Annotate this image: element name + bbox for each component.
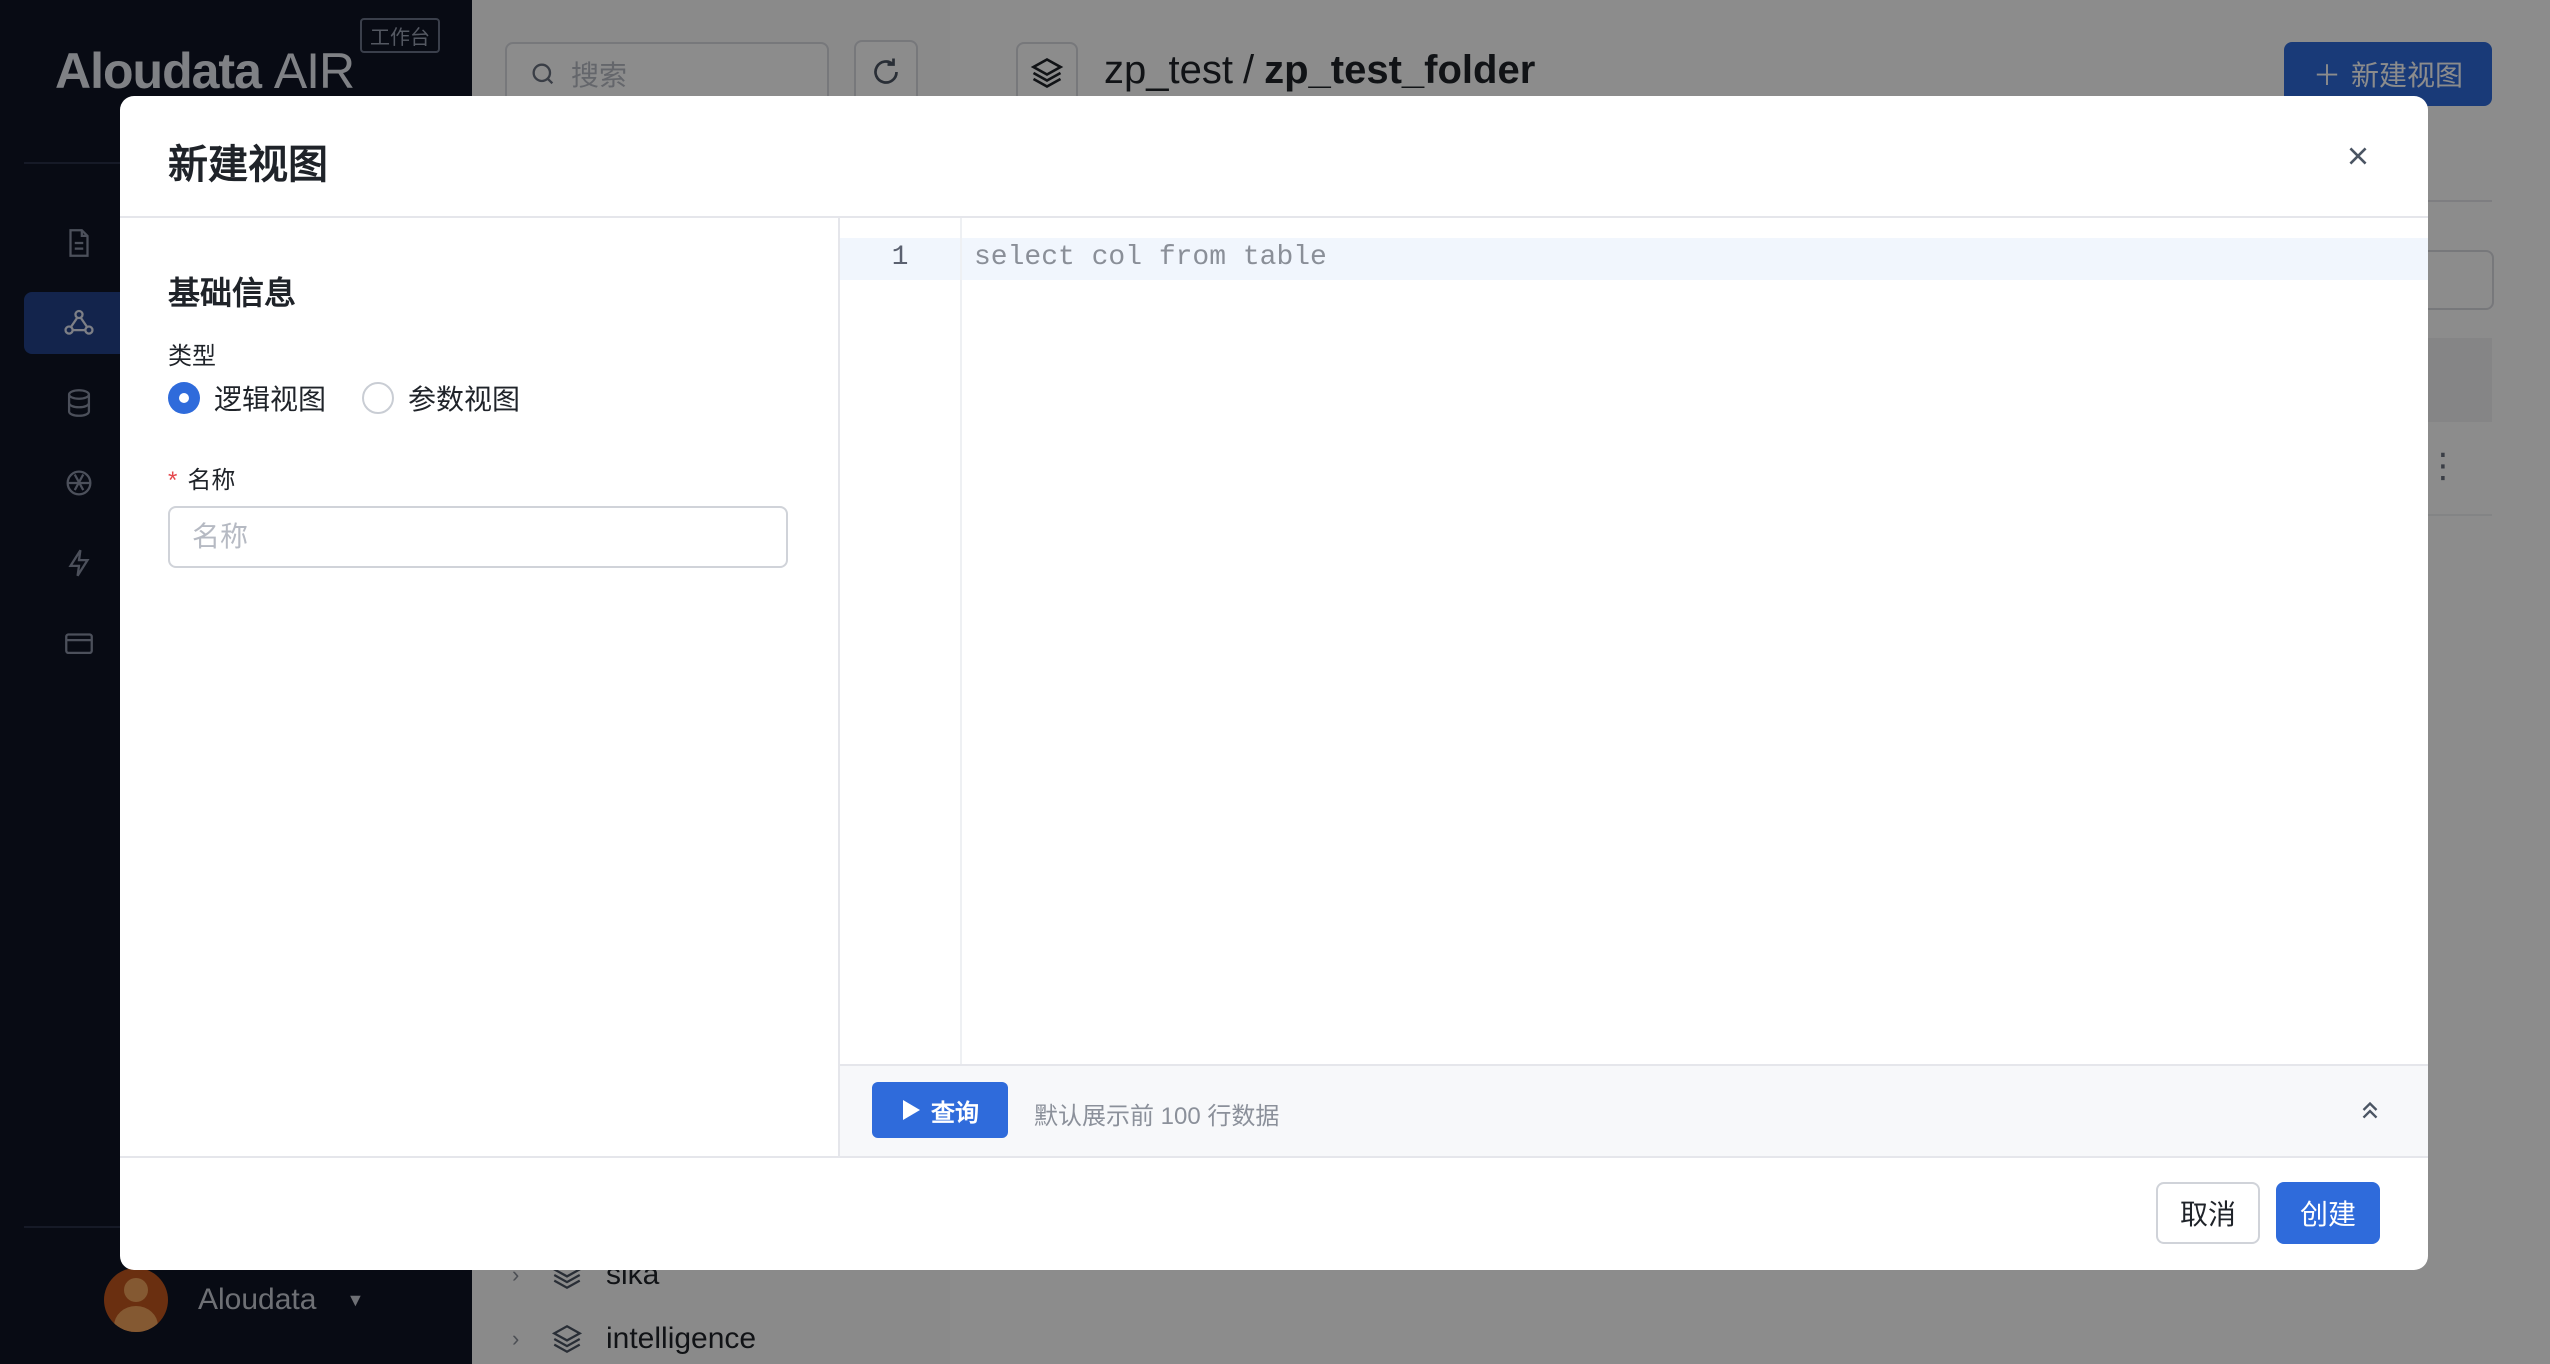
new-view-dialog: 新建视图 基础信息 类型 逻辑视图 参数视图 * 名称 1 select col … — [120, 96, 2428, 1270]
radio-parameter-view[interactable]: 参数视图 — [362, 378, 520, 418]
create-button[interactable]: 创建 — [2276, 1182, 2380, 1244]
close-icon — [2349, 147, 2367, 165]
name-input[interactable] — [168, 506, 788, 568]
dialog-title: 新建视图 — [168, 143, 328, 187]
radio-checked-icon — [168, 382, 200, 414]
cancel-button[interactable]: 取消 — [2156, 1182, 2260, 1244]
close-button[interactable] — [2336, 134, 2380, 178]
run-query-label: 查询 — [931, 1099, 979, 1127]
query-hint: 默认展示前 100 行数据 — [1034, 1103, 1280, 1130]
code-placeholder: select col from table — [974, 242, 1327, 273]
dialog-footer: 取消 创建 — [120, 1156, 2428, 1270]
radio-unchecked-icon — [362, 382, 395, 414]
radio-label: 参数视图 — [408, 384, 521, 415]
basic-info-pane: 基础信息 类型 逻辑视图 参数视图 * 名称 — [120, 218, 840, 1156]
double-chevron-up-icon — [2362, 1101, 2378, 1119]
run-query-button[interactable]: 查询 — [872, 1082, 1008, 1138]
view-type-radio-group: 逻辑视图 参数视图 — [168, 378, 520, 418]
dialog-header: 新建视图 — [120, 96, 2428, 218]
editor-gutter — [840, 218, 962, 1064]
required-mark: * — [168, 467, 178, 494]
name-field-label: * 名称 — [168, 460, 235, 495]
section-title: 基础信息 — [168, 275, 297, 311]
query-toolbar: 查询 默认展示前 100 行数据 — [840, 1064, 2428, 1156]
radio-label: 逻辑视图 — [214, 384, 327, 415]
line-number: 1 — [891, 242, 909, 273]
play-icon — [903, 1100, 920, 1120]
expand-results-button[interactable] — [2352, 1092, 2388, 1128]
name-label-text: 名称 — [187, 467, 236, 494]
type-label: 类型 — [168, 343, 216, 370]
radio-logical-view[interactable]: 逻辑视图 — [168, 378, 326, 418]
sql-editor[interactable]: 1 select col from table — [840, 218, 2428, 1064]
